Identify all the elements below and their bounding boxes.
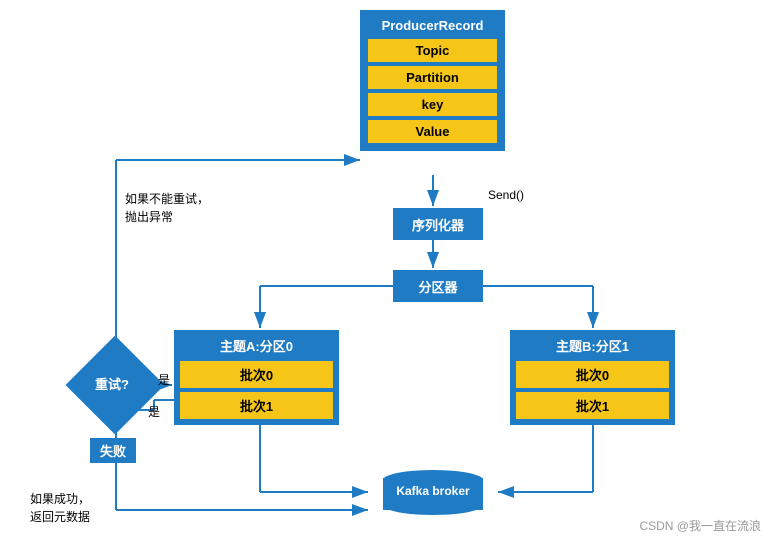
partitioner-box: 分区器 — [393, 270, 483, 302]
field-partition: Partition — [368, 66, 497, 89]
kafka-label: Kafka broker — [383, 484, 483, 498]
diagram-container: ProducerRecord Topic Partition key Value… — [0, 0, 771, 544]
field-topic: Topic — [368, 39, 497, 62]
producer-record-box: ProducerRecord Topic Partition key Value — [360, 10, 505, 151]
watermark: CSDN @我一直在流浪 — [639, 517, 761, 534]
success-text: 如果成功，返回元数据 — [30, 490, 90, 526]
topic-a-batch-0: 批次0 — [180, 361, 333, 388]
topic-b-batch-0: 批次0 — [516, 361, 669, 388]
field-key: key — [368, 93, 497, 116]
topic-a-title: 主题A:分区0 — [180, 336, 333, 355]
kafka-cylinder: Kafka broker — [383, 470, 483, 515]
retry-label: 重试? — [82, 374, 142, 393]
yes-label-1: 是 — [158, 371, 170, 388]
yes-label-2: 是 — [148, 403, 160, 420]
topic-b-title: 主题B:分区1 — [516, 336, 669, 355]
send-label: Send() — [488, 188, 524, 202]
kafka-broker-container: Kafka broker — [368, 470, 498, 515]
retry-fail-text: 如果不能重试，抛出异常 — [125, 190, 209, 226]
topic-b-box: 主题B:分区1 批次0 批次1 — [510, 330, 675, 425]
topic-a-batch-1: 批次1 — [180, 392, 333, 419]
serializer-box: 序列化器 — [393, 208, 483, 240]
field-value: Value — [368, 120, 497, 143]
topic-b-batch-1: 批次1 — [516, 392, 669, 419]
fail-box: 失败 — [90, 438, 136, 463]
producer-record-title: ProducerRecord — [368, 18, 497, 33]
topic-a-box: 主题A:分区0 批次0 批次1 — [174, 330, 339, 425]
